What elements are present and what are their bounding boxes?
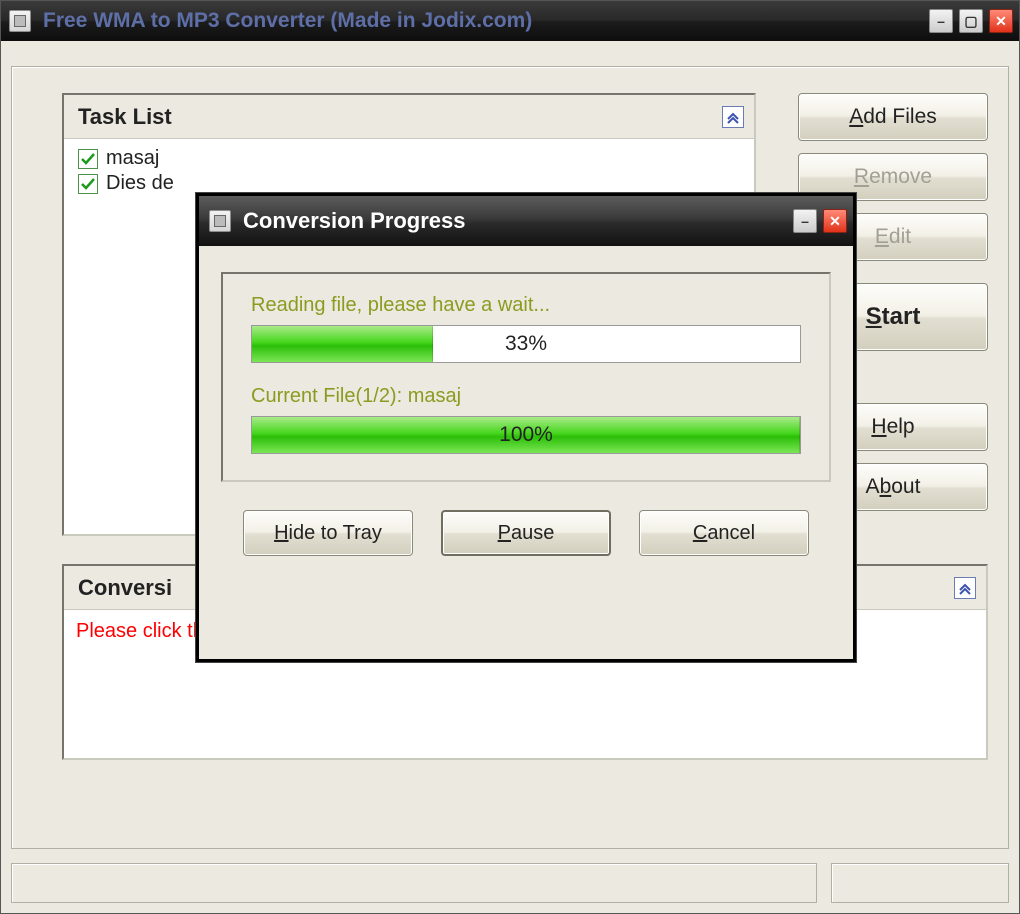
dialog-title-text: Conversion Progress — [243, 208, 466, 234]
conversion-log-title: Conversi — [78, 575, 172, 601]
add-files-button[interactable]: Add Files — [798, 93, 988, 141]
overall-progress-bar: 33% — [251, 325, 801, 363]
window-title: Free WMA to MP3 Converter (Made in Jodix… — [43, 9, 532, 33]
status-segment — [831, 863, 1009, 903]
task-item[interactable]: masaj — [78, 147, 740, 170]
dialog-titlebar[interactable]: Conversion Progress – ✕ — [199, 196, 853, 246]
overall-progress-text: 33% — [505, 332, 547, 356]
file-progress-label: Current File(1/2): masaj — [251, 385, 801, 408]
dialog-body: Reading file, please have a wait... 33% … — [199, 246, 853, 574]
cancel-button[interactable]: Cancel — [639, 510, 809, 556]
system-menu-icon[interactable] — [209, 210, 231, 232]
progress-group: Reading file, please have a wait... 33% … — [221, 272, 831, 482]
minimize-button[interactable]: – — [929, 9, 953, 33]
task-list-title: Task List — [78, 104, 172, 130]
conversion-progress-dialog: Conversion Progress – ✕ Reading file, pl… — [196, 193, 856, 662]
collapse-up-icon[interactable] — [954, 577, 976, 599]
file-progress-bar: 100% — [251, 416, 801, 454]
dialog-minimize-button[interactable]: – — [793, 209, 817, 233]
checkbox-icon[interactable] — [78, 149, 98, 169]
overall-progress-label: Reading file, please have a wait... — [251, 294, 801, 317]
main-titlebar[interactable]: Free WMA to MP3 Converter (Made in Jodix… — [1, 1, 1019, 41]
hide-to-tray-button[interactable]: Hide to Tray — [243, 510, 413, 556]
task-item[interactable]: Dies de — [78, 172, 740, 195]
task-item-label: Dies de — [106, 172, 174, 195]
checkbox-icon[interactable] — [78, 174, 98, 194]
dialog-close-button[interactable]: ✕ — [823, 209, 847, 233]
maximize-button[interactable]: ▢ — [959, 9, 983, 33]
status-segment — [11, 863, 817, 903]
task-item-label: masaj — [106, 147, 159, 170]
status-bar — [11, 863, 1009, 903]
task-list-header: Task List — [64, 95, 754, 139]
pause-button[interactable]: Pause — [441, 510, 611, 556]
collapse-up-icon[interactable] — [722, 106, 744, 128]
file-progress-text: 100% — [499, 423, 553, 447]
close-button[interactable]: ✕ — [989, 9, 1013, 33]
system-menu-icon[interactable] — [9, 10, 31, 32]
